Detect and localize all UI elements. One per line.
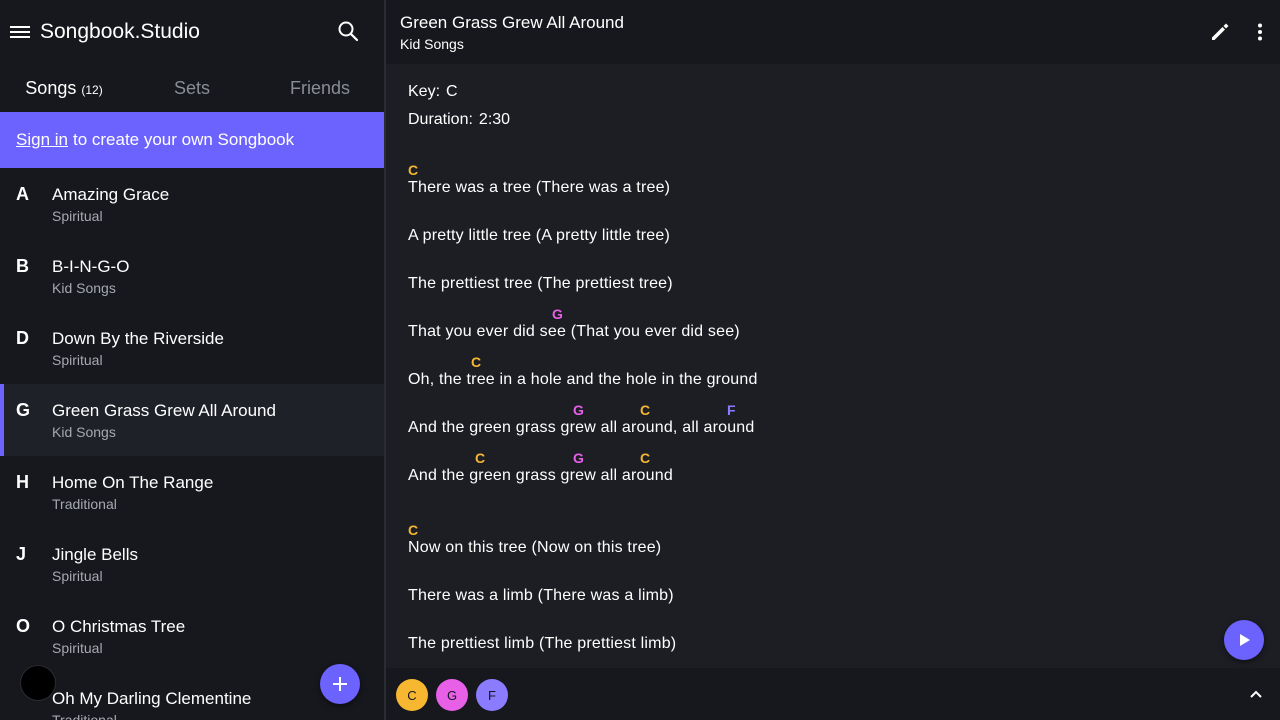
app-title: Songbook.Studio [40,20,200,43]
play-icon [1240,634,1250,646]
tab-sets-label: Sets [173,77,211,98]
lyric-line: A pretty little tree (A pretty little tr… [408,227,671,244]
song-category: Spiritual [52,640,103,656]
chord-badge-g[interactable]: G [436,679,468,711]
song-letter: D [16,328,29,348]
more-vert-icon[interactable] [1250,22,1270,42]
sidebar-header: Songbook.Studio [0,0,384,64]
list-item[interactable]: B B-I-N-G-O Kid Songs [0,240,384,312]
key-value: C [446,83,458,100]
lyric-line: And the green grass grew all around [408,467,673,484]
song-title: Amazing Grace [52,185,170,204]
song-title: Green Grass Grew All Around [52,401,276,420]
chord-bar: C G F [386,668,1280,720]
list-item[interactable]: J Jingle Bells Spiritual [0,528,384,600]
chord-label: C [471,354,482,370]
lyric-line: And the green grass grew all around, all… [408,419,755,436]
sidebar: Songbook.Studio Songs (12) Sets Friends … [0,0,384,720]
lyric-line: Now on this tree (Now on this tree) [408,539,662,556]
chord-label: C [640,450,651,466]
song-title: Oh My Darling Clementine [52,689,252,708]
song-category: Kid Songs [52,424,116,440]
song-category-subheading: Kid Songs [400,36,464,52]
song-title-heading: Green Grass Grew All Around [400,13,624,32]
play-button[interactable] [1224,620,1264,660]
key-label: Key: [408,83,441,100]
list-item[interactable]: O O Christmas Tree Spiritual [0,600,384,672]
chord-label: C [408,522,419,538]
tab-sets[interactable]: Sets [128,64,256,112]
tab-songs-count: (12) [81,82,103,97]
song-letter: A [16,184,29,204]
song-category: Traditional [52,496,117,512]
add-song-button[interactable] [320,664,360,704]
song-title: Jingle Bells [52,545,138,564]
song-letter: G [16,400,31,420]
song-content: Key: C Duration: 2:30 C There was a tree (… [386,64,1280,668]
lyric-line: There was a tree (There was a tree) [408,179,671,196]
duration-label: Duration: [408,111,473,128]
menu-icon[interactable] [10,22,30,42]
song-category: Spiritual [52,208,103,224]
chord-badge-c[interactable]: C [396,679,428,711]
song-category: Spiritual [52,352,103,368]
song-letter: H [16,472,29,492]
song-letter: B [16,256,29,276]
chord-label: C [475,450,486,466]
song-category: Spiritual [52,568,103,584]
duration-info: Duration: 2:30 [408,111,510,129]
tab-friends-label: Friends [289,77,351,98]
song-letter: O [16,616,31,636]
song-letter: J [16,544,27,564]
account-button[interactable] [20,665,56,701]
tab-friends[interactable]: Friends [256,64,384,112]
selection-indicator [0,384,4,456]
tab-songs-label: Songs [25,77,77,98]
chevron-up-icon[interactable] [1248,686,1264,702]
song-header: Green Grass Grew All Around Kid Songs [386,0,1280,64]
song-category: Traditional [52,712,117,720]
chord-label: C [640,402,651,418]
chord-badge-f[interactable]: F [476,679,508,711]
key-info: Key: C [408,83,458,101]
list-item-selected[interactable]: G Green Grass Grew All Around Kid Songs [0,384,384,456]
lyric-line: Oh, the tree in a hole and the hole in t… [408,371,758,388]
tab-songs[interactable]: Songs (12) [0,64,128,112]
chord-label: G [552,306,563,322]
signin-link[interactable]: Sign in [16,130,68,150]
song-title: O Christmas Tree [52,617,186,636]
lyric-line: The prettiest limb (The prettiest limb) [408,635,677,652]
lyric-line: That you ever did see (That you ever did… [408,323,740,340]
list-item[interactable]: H Home On The Range Traditional [0,456,384,528]
song-title: B-I-N-G-O [52,257,130,276]
signin-banner-text: to create your own Songbook [72,130,295,149]
duration-value: 2:30 [478,111,511,128]
chord-label: G [573,402,584,418]
chord-label: C [408,162,419,178]
list-item[interactable]: D Down By the Riverside Spiritual [0,312,384,384]
song-category: Kid Songs [52,280,116,296]
list-item[interactable]: A Amazing Grace Spiritual [0,168,384,240]
lyric-line: The prettiest tree (The prettiest tree) [408,275,673,292]
song-title: Home On The Range [52,473,214,492]
song-title: Down By the Riverside [52,329,224,348]
signin-banner: Sign in to create your own Songbook [0,112,384,168]
pencil-icon[interactable] [1209,21,1231,43]
search-icon[interactable] [337,20,359,42]
tab-bar: Songs (12) Sets Friends [0,64,384,112]
plus-icon [333,677,347,691]
chord-label: F [727,402,736,418]
lyric-line: There was a limb (There was a limb) [408,587,674,604]
song-list: A Amazing Grace Spiritual B B-I-N-G-O Ki… [0,168,384,720]
chord-label: G [573,450,584,466]
